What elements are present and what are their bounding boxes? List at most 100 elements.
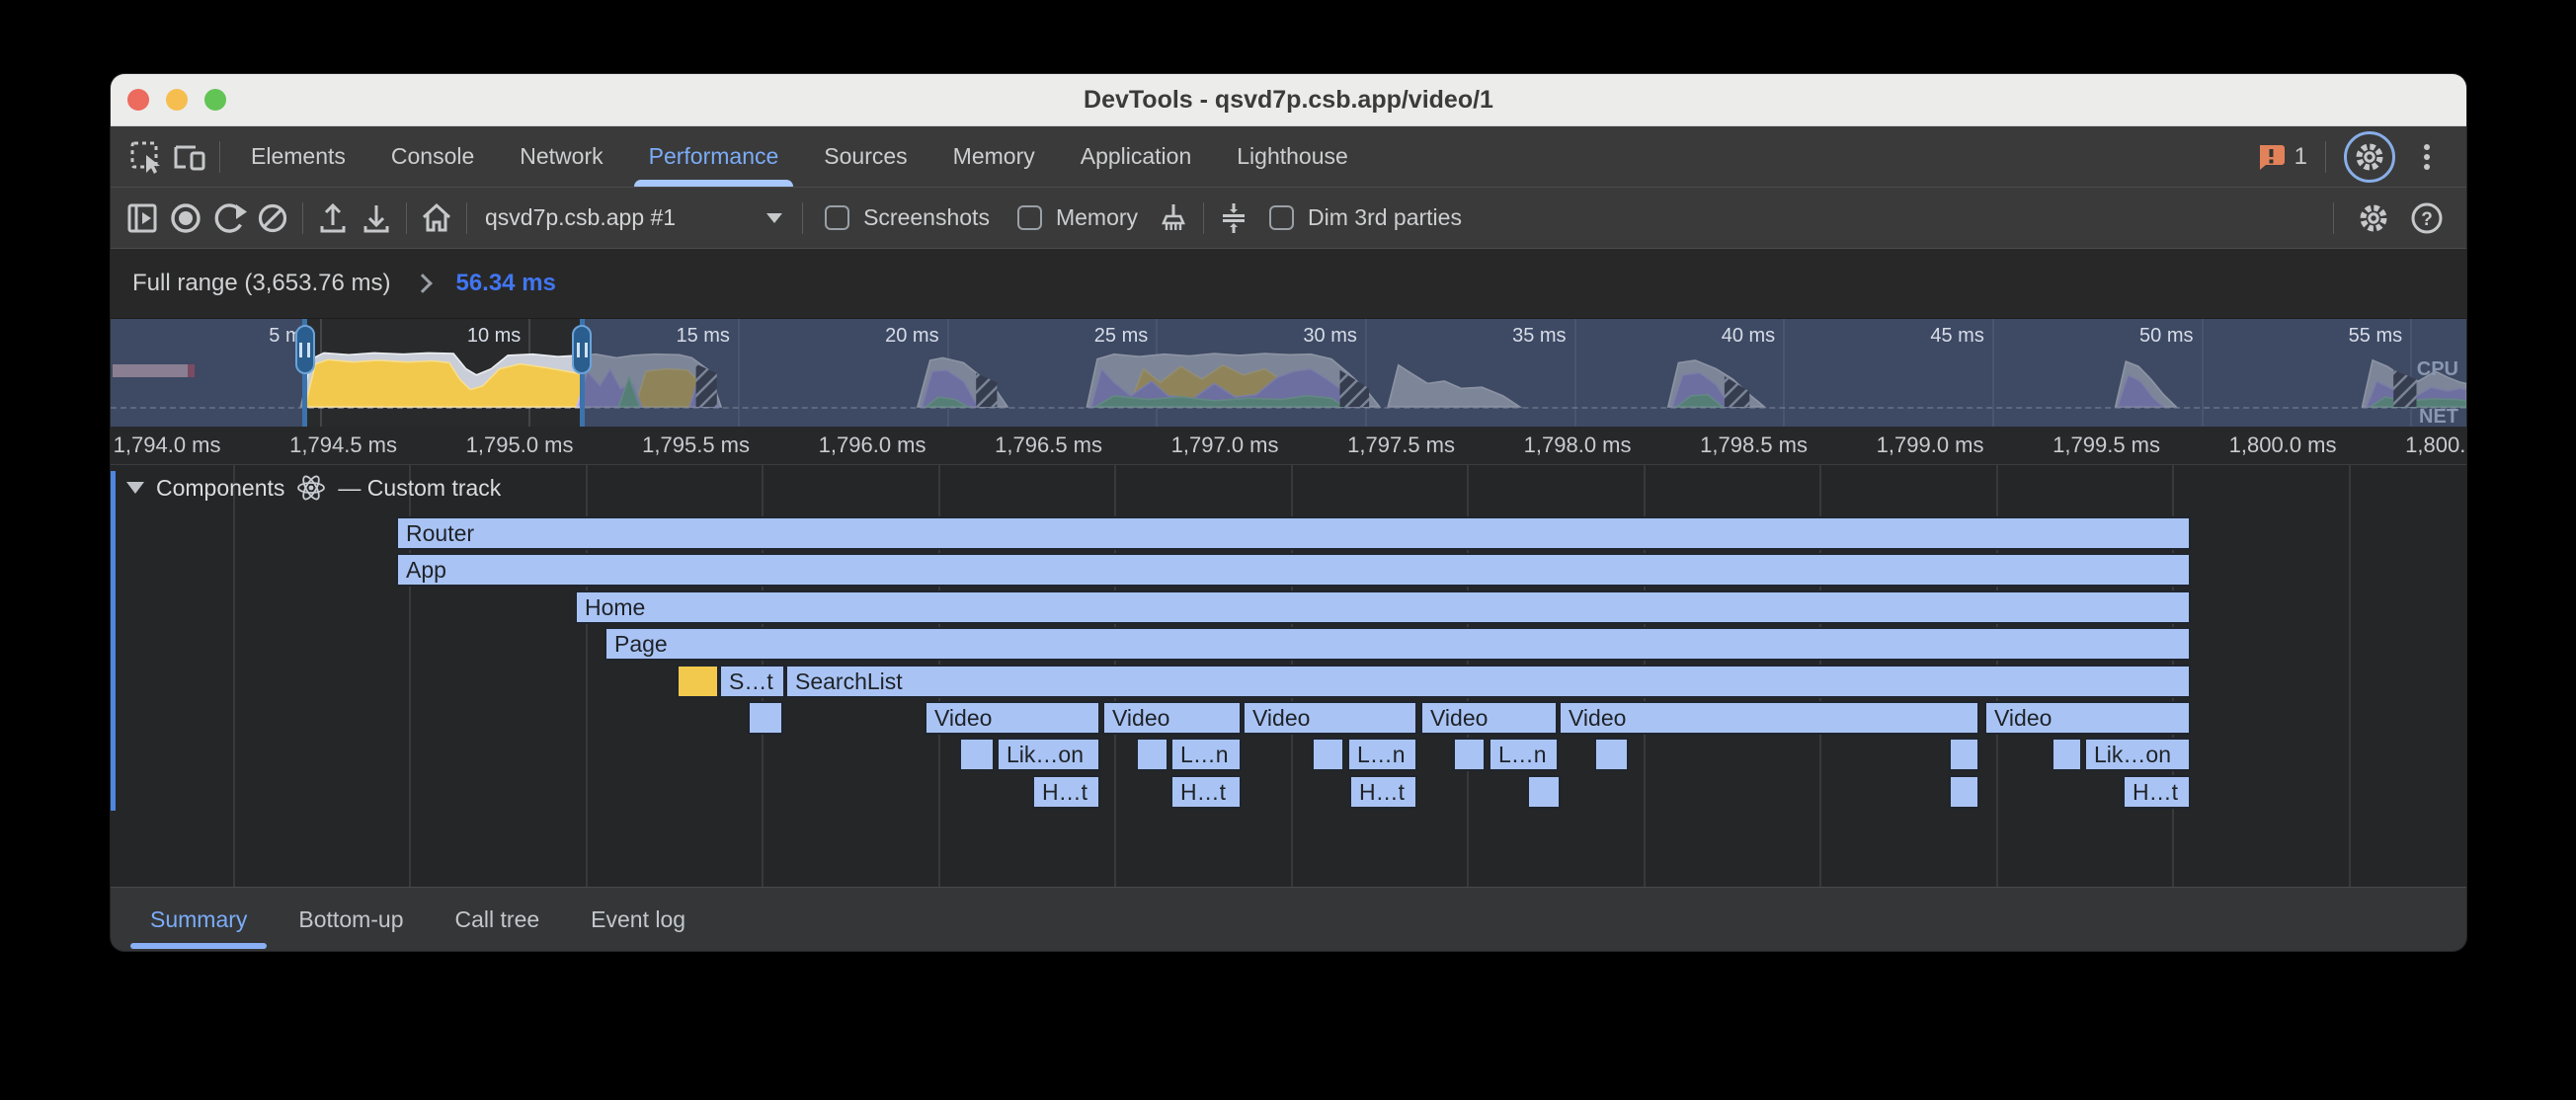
history-dropdown[interactable]: qsvd7p.csb.app #1 (475, 204, 794, 231)
overview-tick-label: 40 ms (1627, 325, 1775, 348)
react-atom-icon (296, 473, 326, 503)
clear-icon[interactable] (251, 196, 294, 240)
flame-bar[interactable] (1949, 738, 1979, 771)
help-icon[interactable]: ? (2405, 196, 2449, 240)
download-profile-icon[interactable] (355, 196, 398, 240)
checkbox-label: Screenshots (863, 204, 990, 231)
selection-handle-right[interactable] (572, 325, 592, 374)
flame-bar[interactable] (1136, 738, 1168, 771)
flame-bar-home[interactable]: Home (575, 590, 2191, 624)
details-tab-event-log[interactable]: Event log (565, 888, 711, 951)
settings-icon[interactable] (2352, 196, 2395, 240)
divider (1203, 202, 1204, 234)
history-selected-label: qsvd7p.csb.app #1 (485, 204, 676, 231)
overview-tick-label: 10 ms (372, 325, 521, 348)
timeline-overview[interactable]: 5 ms10 ms15 ms20 ms25 ms30 ms35 ms40 ms4… (111, 318, 2466, 427)
flame-bar-video[interactable]: Video (925, 701, 1100, 735)
tab-label: Elements (251, 143, 346, 170)
flame-bar[interactable] (748, 701, 783, 735)
details-tab-summary[interactable]: Summary (124, 888, 273, 951)
divider (406, 202, 407, 234)
flame-bar-video[interactable]: Video (1984, 701, 2191, 735)
flame-bar-video[interactable]: Video (1243, 701, 1417, 735)
inspect-element-icon[interactable] (124, 135, 168, 179)
tab-console[interactable]: Console (368, 126, 497, 187)
settings-button-focused[interactable] (2344, 131, 2395, 183)
close-window-button[interactable] (127, 89, 149, 111)
track-header[interactable]: Components — Custom track (126, 473, 501, 503)
tab-lighthouse[interactable]: Lighthouse (1214, 126, 1371, 187)
flame-bar-video[interactable]: Video (1420, 701, 1558, 735)
device-toolbar-icon[interactable] (168, 135, 211, 179)
flame-bar-ht[interactable]: H…t (2123, 775, 2191, 809)
details-tab-label: Call tree (455, 906, 540, 933)
ruler-label: 1,796.0 ms (729, 432, 926, 458)
reload-record-icon[interactable] (207, 196, 251, 240)
home-icon[interactable] (415, 196, 458, 240)
selection-handle-left[interactable] (295, 325, 315, 374)
tab-label: Network (520, 143, 603, 170)
checkbox-box (1269, 205, 1294, 230)
flame-bar[interactable] (2052, 738, 2082, 771)
overview-tick-label: 5 ms (164, 325, 312, 348)
window-controls (127, 74, 226, 125)
flame-bar[interactable] (1949, 775, 1979, 809)
garbage-collect-icon[interactable] (1152, 196, 1195, 240)
flame-bar-ht[interactable]: H…t (1170, 775, 1242, 809)
cpu-lane-label: CPU (2417, 358, 2458, 381)
flame-bar[interactable] (1594, 738, 1629, 771)
flame-bar-likon[interactable]: Lik…on (997, 738, 1100, 771)
flame-bar-video[interactable]: Video (1559, 701, 1979, 735)
collapse-sections-icon[interactable] (1212, 196, 1255, 240)
flame-bar-ht[interactable]: H…t (1032, 775, 1100, 809)
flame-chart[interactable]: Components — Custom track RouterAppHomeP… (111, 464, 2466, 887)
issues-button[interactable]: 1 (2255, 141, 2307, 173)
tab-sources[interactable]: Sources (801, 126, 929, 187)
screenshots-checkbox[interactable]: Screenshots (811, 204, 1004, 231)
kebab-menu-icon[interactable] (2405, 135, 2449, 179)
details-tab-bottom-up[interactable]: Bottom-up (273, 888, 429, 951)
record-icon[interactable] (164, 196, 207, 240)
zoom-window-button[interactable] (204, 89, 226, 111)
flame-bar[interactable] (677, 665, 719, 698)
flame-bar-st[interactable]: S…t (719, 665, 785, 698)
upload-profile-icon[interactable] (311, 196, 355, 240)
tab-elements[interactable]: Elements (228, 126, 368, 187)
memory-checkbox[interactable]: Memory (1004, 204, 1152, 231)
breadcrumb-full-range[interactable]: Full range (3,653.76 ms) (132, 270, 390, 297)
flame-bar-ln[interactable]: L…n (1489, 738, 1559, 771)
flame-bar[interactable] (1453, 738, 1486, 771)
flame-bar-ln[interactable]: L…n (1347, 738, 1417, 771)
tab-application[interactable]: Application (1058, 126, 1215, 187)
overview-tick-label: 50 ms (2046, 325, 2194, 348)
overview-tick-label: 35 ms (1418, 325, 1567, 348)
flame-bar[interactable] (1312, 738, 1344, 771)
flame-bar-router[interactable]: Router (396, 516, 2191, 550)
flame-bar[interactable] (1527, 775, 1561, 809)
divider (466, 202, 467, 234)
ruler-label: 1,799.0 ms (1787, 432, 1984, 458)
flame-bar-page[interactable]: Page (604, 627, 2191, 661)
divider (219, 141, 220, 173)
tab-network[interactable]: Network (497, 126, 625, 187)
flame-bar-searchlist[interactable]: SearchList (785, 665, 2191, 698)
breadcrumb-selection[interactable]: 56.34 ms (455, 270, 555, 297)
flame-bar[interactable] (959, 738, 995, 771)
dock-panel-icon[interactable] (121, 196, 164, 240)
flame-bar-ln[interactable]: L…n (1170, 738, 1242, 771)
tab-memory[interactable]: Memory (930, 126, 1058, 187)
minimize-window-button[interactable] (166, 89, 188, 111)
ruler-label: 1,800.0 ms (2139, 432, 2337, 458)
details-tab-call-tree[interactable]: Call tree (430, 888, 566, 951)
net-lane-label: NET (2419, 406, 2458, 427)
overview-tick-label: 30 ms (1209, 325, 1357, 348)
ruler-label: 1,794.5 ms (200, 432, 397, 458)
ruler-label: 1,800.5 ms (2315, 432, 2466, 458)
flame-bar-likon[interactable]: Lik…on (2084, 738, 2191, 771)
flame-bar-ht[interactable]: H…t (1349, 775, 1417, 809)
tab-performance[interactable]: Performance (626, 126, 802, 187)
collapse-track-icon[interactable] (126, 482, 144, 494)
flame-bar-video[interactable]: Video (1102, 701, 1242, 735)
flame-bar-app[interactable]: App (396, 553, 2191, 587)
dim-3rd-parties-checkbox[interactable]: Dim 3rd parties (1255, 204, 1476, 231)
